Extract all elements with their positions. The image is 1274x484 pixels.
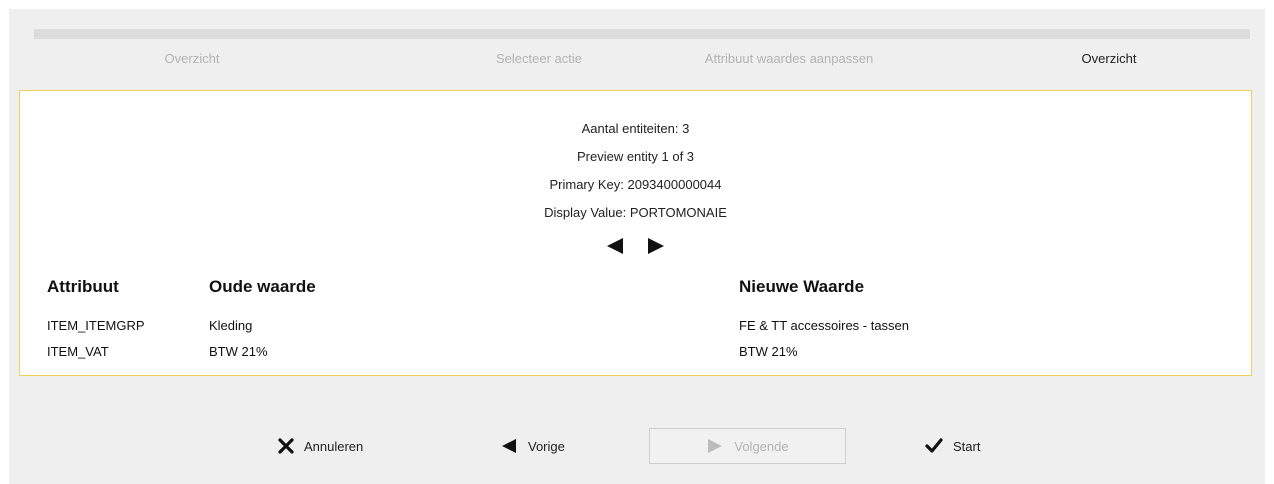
progress-track (34, 29, 1250, 39)
row-old-value: Kleding (209, 318, 253, 333)
triangle-right-icon[interactable] (646, 237, 666, 255)
step-overview-start: Overzicht (164, 51, 220, 66)
step-edit-attributes: Attribuut waardes aanpassen (704, 51, 874, 66)
row-attribute: ITEM_ITEMGRP (47, 318, 145, 333)
step-select-action: Selecteer actie (496, 51, 582, 66)
column-header-old-value: Oude waarde (209, 277, 316, 296)
cancel-button[interactable]: Annuleren (278, 428, 363, 464)
preview-indicator: Preview entity 1 of 3 (576, 149, 695, 164)
display-value: Display Value: PORTOMONAIE (544, 205, 727, 220)
row-old-value: BTW 21% (209, 344, 268, 359)
entity-count: Aantal entiteiten: 3 (581, 121, 690, 136)
triangle-left-icon (502, 439, 516, 453)
start-button[interactable]: Start (925, 428, 980, 464)
previous-label: Vorige (528, 438, 565, 454)
overview-panel: Aantal entiteiten: 3 Preview entity 1 of… (19, 90, 1252, 376)
triangle-left-icon[interactable] (605, 237, 625, 255)
row-new-value: BTW 21% (739, 344, 798, 359)
row-attribute: ITEM_VAT (47, 344, 109, 359)
step-overview-current: Overzicht (1081, 51, 1137, 66)
start-label: Start (953, 438, 981, 454)
next-label: Volgende (734, 438, 789, 454)
next-button[interactable]: Volgende (649, 428, 846, 464)
previous-button[interactable]: Vorige (500, 428, 565, 464)
wizard-frame: Overzicht Selecteer actie Attribuut waar… (9, 9, 1265, 484)
triangle-right-icon (708, 439, 723, 453)
primary-key: Primary Key: 2093400000044 (549, 177, 722, 192)
checkmark-icon (925, 438, 943, 453)
column-header-new-value: Nieuwe Waarde (739, 277, 865, 296)
column-header-attribute: Attribuut (47, 277, 119, 296)
close-icon (278, 438, 294, 454)
row-new-value: FE & TT accessoires - tassen (739, 318, 910, 333)
preview-navigation (20, 237, 1251, 255)
cancel-label: Annuleren (304, 438, 364, 454)
